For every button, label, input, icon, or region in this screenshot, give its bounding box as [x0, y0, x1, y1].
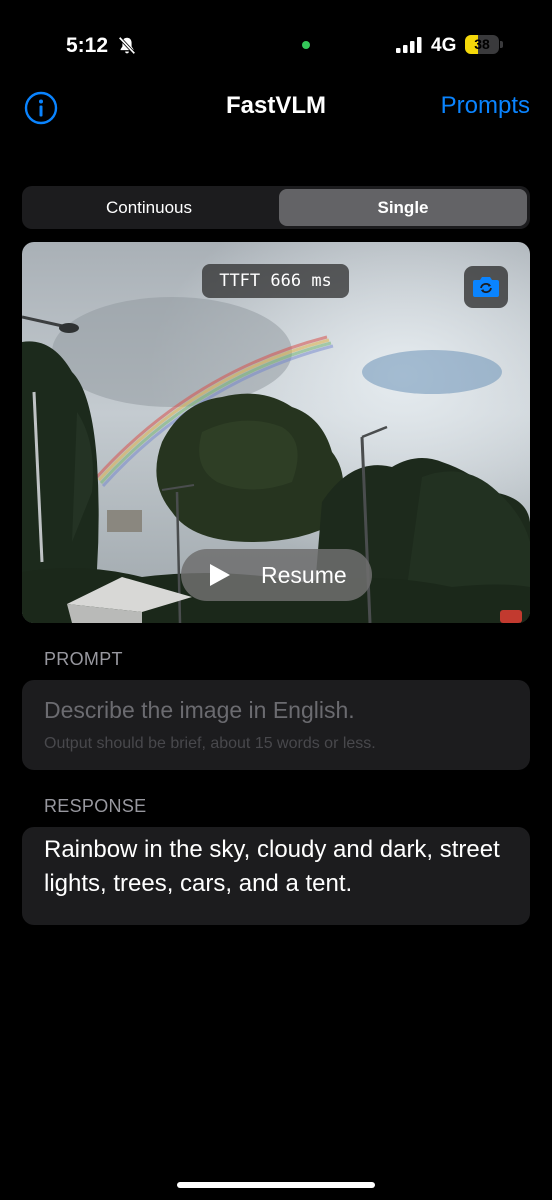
- prompt-hint: Output should be brief, about 15 words o…: [44, 735, 376, 752]
- network-type: 4G: [431, 35, 457, 56]
- camera-rotate-icon: [473, 277, 499, 297]
- camera-preview: TTFT 666 ms Resume: [22, 242, 530, 623]
- status-bar: 5:12 4G 38: [0, 0, 552, 90]
- response-section-header: RESPONSE: [44, 796, 147, 816]
- cellular-signal-icon: [396, 37, 422, 53]
- battery-icon: 38: [465, 35, 499, 54]
- privacy-indicator: [302, 41, 310, 49]
- mode-segmented-control: Continuous Single: [22, 186, 530, 229]
- ttft-badge: TTFT 666 ms: [202, 264, 349, 298]
- play-icon: [210, 564, 230, 586]
- home-indicator[interactable]: [177, 1182, 375, 1188]
- battery-cap: [500, 41, 503, 48]
- battery-percent: 38: [474, 36, 490, 52]
- response-box: Rainbow in the sky, cloudy and dark, str…: [22, 827, 530, 925]
- prompt-section-header: PROMPT: [44, 649, 123, 669]
- resume-label: Resume: [261, 562, 347, 588]
- segment-continuous[interactable]: Continuous: [22, 186, 276, 229]
- resume-button[interactable]: Resume: [181, 549, 372, 601]
- prompts-button[interactable]: Prompts: [441, 92, 530, 120]
- status-time: 5:12: [66, 34, 109, 57]
- prompt-text[interactable]: Describe the image in English.: [44, 697, 355, 724]
- switch-camera-button[interactable]: [464, 266, 508, 308]
- segment-single[interactable]: Single: [279, 189, 527, 226]
- bell-slash-icon: [118, 36, 136, 55]
- response-text: Rainbow in the sky, cloudy and dark, str…: [44, 836, 500, 897]
- prompt-field[interactable]: Describe the image in English. Output sh…: [22, 680, 530, 770]
